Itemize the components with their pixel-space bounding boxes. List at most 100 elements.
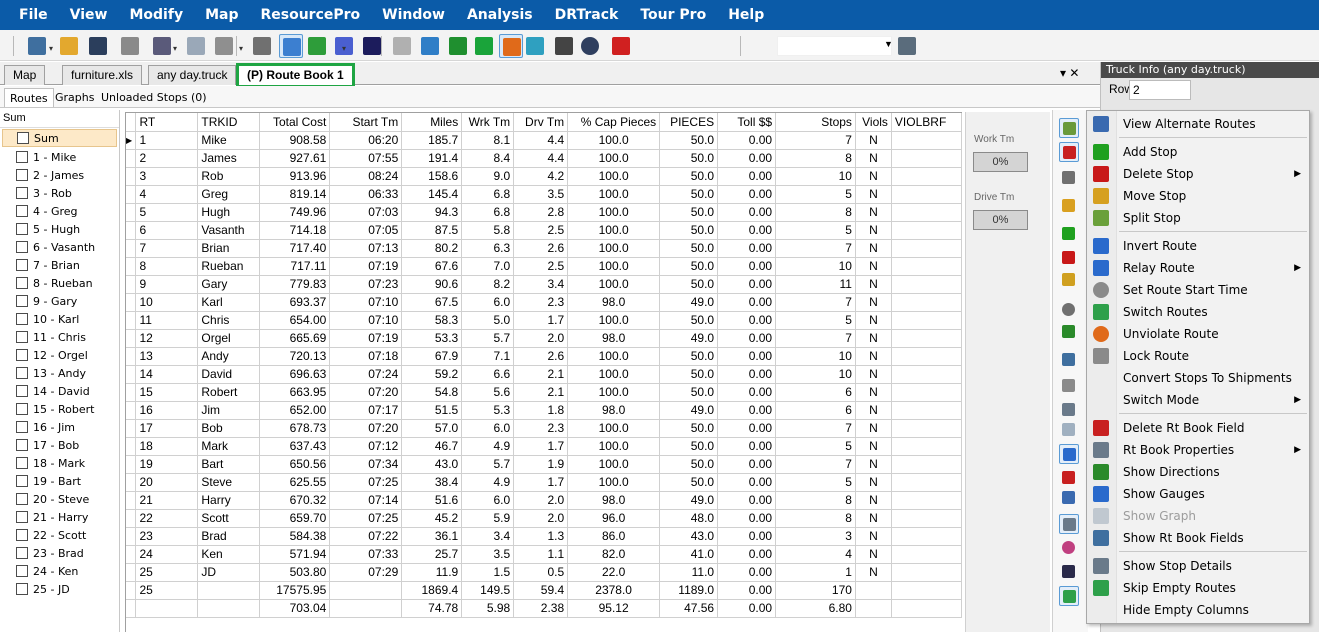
table-row[interactable]: 9 Gary 779.83 07:23 90.6 8.2 3.4 100.0 50.0 0.00 1… [126, 275, 963, 294]
add-icon[interactable] [1059, 224, 1079, 244]
menu-item-rt-book-properties[interactable]: Rt Book Properties ▶ [1087, 439, 1309, 461]
folder-open-icon[interactable] [57, 34, 81, 58]
menu-map[interactable]: Map [194, 0, 249, 30]
table-row[interactable]: 25 17575.95 1869.4 149.5 59.4 2378.0 1189.0 0.0… [126, 580, 963, 600]
close-x-icon[interactable] [609, 34, 633, 58]
table-row[interactable]: 6 Vasanth 714.18 07:05 87.5 5.8 2.5 100.0 50.0 0.… [126, 221, 963, 240]
save-icon[interactable] [86, 34, 110, 58]
table-row[interactable]: 22 Scott 659.70 07:25 45.2 5.9 2.0 96.0 48.0 0.00… [126, 509, 963, 528]
tab-controls[interactable]: ▾ ✕ [1060, 66, 1079, 80]
menu-item-move-stop[interactable]: Move Stop [1087, 185, 1309, 207]
optimize-icon[interactable] [499, 34, 523, 58]
route-checkbox[interactable] [16, 169, 28, 181]
subtab-unloaded[interactable]: Unloaded Stops (0) [96, 88, 212, 107]
table-row[interactable]: 23 Brad 584.38 07:22 36.1 3.4 1.3 86.0 43.0 0.00 3… [126, 527, 963, 546]
menu-window[interactable]: Window [371, 0, 456, 30]
route-list-item[interactable]: 20 - Steve [0, 490, 119, 508]
route-list-item[interactable]: 12 - Orgel [0, 346, 119, 364]
filter-icon[interactable] [1059, 376, 1079, 396]
menu-tour-pro[interactable]: Tour Pro [629, 0, 717, 30]
subtab-graphs[interactable]: Graphs [50, 88, 99, 107]
route-checkbox[interactable] [16, 565, 28, 577]
route-icon[interactable] [1059, 118, 1079, 138]
filter-icon[interactable] [250, 34, 274, 58]
table-row[interactable]: 13 Andy 720.13 07:18 67.9 7.1 2.6 100.0 50.0 0.00… [126, 347, 963, 366]
route-list-item[interactable]: 19 - Bart [0, 472, 119, 490]
column-header[interactable]: Stops [775, 113, 856, 132]
column-header[interactable]: Start Tm [329, 113, 403, 132]
pin-icon[interactable] [1059, 142, 1079, 162]
menu-item-delete-rt-book-field[interactable]: Delete Rt Book Field [1087, 417, 1309, 439]
chart-icon[interactable] [1059, 420, 1079, 440]
route-list-item[interactable]: 11 - Chris [0, 328, 119, 346]
tools-icon[interactable] [552, 34, 576, 58]
route-checkbox[interactable] [16, 493, 28, 505]
column-header[interactable]: VIOLBRF [891, 113, 963, 132]
route-list-item[interactable]: 4 - Greg [0, 202, 119, 220]
binder-icon[interactable] [25, 34, 49, 58]
refresh-icon[interactable] [1059, 586, 1079, 606]
table-row[interactable]: 2 James 927.61 07:55 191.4 8.4 4.4 100.0 50.0 0.0… [126, 149, 963, 168]
route-checkbox[interactable] [17, 132, 29, 144]
menu-item-show-gauges[interactable]: Show Gauges [1087, 483, 1309, 505]
color-wheel-icon[interactable] [1059, 538, 1079, 558]
clock-icon[interactable] [1059, 300, 1079, 320]
menu-item-delete-stop[interactable]: Delete Stop ▶ [1087, 163, 1309, 185]
globe-icon[interactable] [578, 34, 602, 58]
menu-item-hide-empty-columns[interactable]: Hide Empty Columns [1087, 599, 1309, 621]
route-list-item[interactable]: 13 - Andy [0, 364, 119, 382]
info-icon[interactable] [1059, 488, 1079, 508]
pin-icon[interactable] [446, 34, 470, 58]
route-checkbox[interactable] [16, 151, 28, 163]
tab-any-day-truck[interactable]: any day.truck [148, 65, 237, 85]
chevron-down-icon[interactable]: ▾ [49, 44, 53, 53]
route-list-item[interactable]: 8 - Rueban [0, 274, 119, 292]
route-checkbox[interactable] [16, 457, 28, 469]
menu-file[interactable]: File [8, 0, 59, 30]
table-row[interactable]: 19 Bart 650.56 07:34 43.0 5.7 1.9 100.0 50.0 0.00… [126, 455, 963, 474]
route-list-item[interactable]: Sum [2, 129, 117, 147]
row-input[interactable]: 2 [1129, 80, 1191, 100]
route-checkbox[interactable] [16, 241, 28, 253]
grid-icon[interactable] [1059, 400, 1079, 420]
menu-item-show-rt-book-fields[interactable]: Show Rt Book Fields [1087, 527, 1309, 549]
binder-icon[interactable] [1059, 350, 1079, 370]
table-row[interactable]: 20 Steve 625.55 07:25 38.4 4.9 1.7 100.0 50.0 0.0… [126, 473, 963, 492]
tab--p-route-book-1[interactable]: (P) Route Book 1 [236, 63, 355, 88]
bar-chart-icon[interactable] [1059, 444, 1079, 464]
sequence-icon[interactable] [523, 34, 547, 58]
clipboard-icon[interactable] [118, 34, 142, 58]
column-header[interactable]: Miles [401, 113, 463, 132]
menu-item-invert-route[interactable]: Invert Route [1087, 235, 1309, 257]
toolbar-combo[interactable] [777, 36, 892, 56]
table-row[interactable]: 3 Rob 913.96 08:24 158.6 9.0 4.2 100.0 50.0 0.00 1… [126, 167, 963, 186]
table-row[interactable]: 703.04 74.78 5.98 2.38 95.12 47.56 0.00 6.80 [126, 599, 963, 618]
table-row[interactable]: 12 Orgel 665.69 07:19 53.3 5.7 2.0 98.0 49.0 0.00… [126, 329, 963, 348]
route-list-item[interactable]: 17 - Bob [0, 436, 119, 454]
route-list-item[interactable]: 3 - Rob [0, 184, 119, 202]
menu-modify[interactable]: Modify [118, 0, 194, 30]
route-checkbox[interactable] [16, 187, 28, 199]
route-checkbox[interactable] [16, 403, 28, 415]
table-row[interactable]: 25 JD 503.80 07:29 11.9 1.5 0.5 22.0 11.0 0.00 1 N [126, 563, 963, 582]
menu-item-relay-route[interactable]: Relay Route ▶ [1087, 257, 1309, 279]
tab-map[interactable]: Map [4, 65, 46, 85]
route-list-item[interactable]: 7 - Brian [0, 256, 119, 274]
table-row[interactable]: 18 Mark 637.43 07:12 46.7 4.9 1.7 100.0 50.0 0.00… [126, 437, 963, 456]
chevron-down-icon[interactable]: ▾ [342, 44, 346, 53]
chevron-down-icon[interactable]: ▾ [239, 44, 243, 53]
grid-icon[interactable] [1059, 168, 1079, 188]
menu-drtrack[interactable]: DRTrack [544, 0, 630, 30]
route-checkbox[interactable] [16, 529, 28, 541]
route-list-item[interactable]: 10 - Karl [0, 310, 119, 328]
menu-item-view-alternate-routes[interactable]: View Alternate Routes [1087, 113, 1309, 135]
table-row[interactable]: 8 Rueban 717.11 07:19 67.6 7.0 2.5 100.0 50.0 0.0… [126, 257, 963, 276]
move-icon[interactable] [1059, 270, 1079, 290]
column-header[interactable]: Toll $$ [717, 113, 777, 132]
zoom-icon[interactable] [305, 34, 329, 58]
route-list-item[interactable]: 21 - Harry [0, 508, 119, 526]
menu-item-switch-routes[interactable]: Switch Routes [1087, 301, 1309, 323]
menu-resourcepro[interactable]: ResourcePro [249, 0, 371, 30]
chevron-down-icon[interactable]: ▾ [173, 44, 177, 53]
table-row[interactable]: 11 Chris 654.00 07:10 58.3 5.0 1.7 100.0 50.0 0.0… [126, 311, 963, 330]
